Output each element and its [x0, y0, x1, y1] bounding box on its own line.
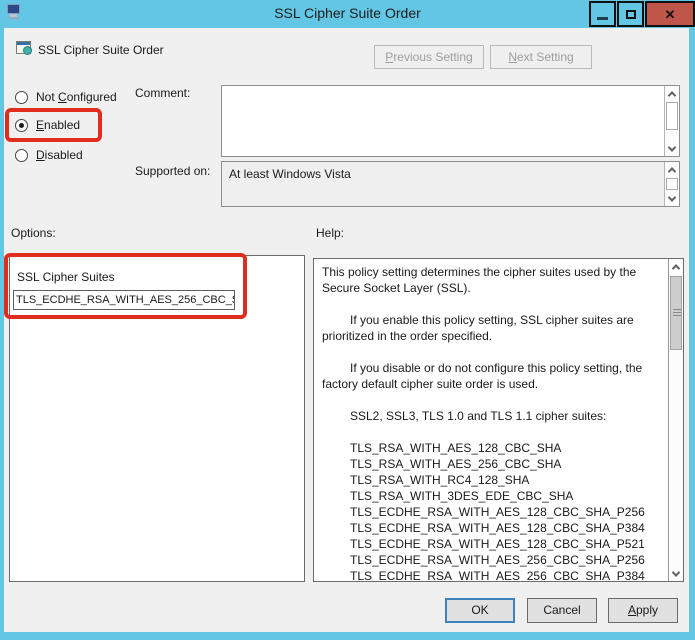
comment-label: Comment: [135, 86, 191, 100]
next-setting-button[interactable]: Next Setting [490, 45, 592, 69]
titlebar[interactable]: SSL Cipher Suite Order ✕ [0, 0, 695, 28]
cipher-suite-item: TLS_RSA_WITH_RC4_128_SHA [350, 473, 530, 487]
cipher-suite-item: TLS_RSA_WITH_AES_256_CBC_SHA [350, 457, 562, 471]
thumb-grip [673, 309, 681, 317]
options-panel: SSL Cipher Suites TLS_ECDHE_RSA_WITH_AES… [9, 255, 305, 582]
cipher-suite-item: TLS_ECDHE_RSA_WITH_AES_128_CBC_SHA_P256 [350, 505, 645, 519]
ok-button[interactable]: OK [445, 598, 515, 623]
help-panel: This policy setting determines the ciphe… [313, 258, 684, 582]
radio-label-disabled: Disabled [36, 148, 83, 162]
radio-not-configured[interactable]: Not Configured [15, 89, 117, 105]
help-paragraph: If you enable this policy setting, SSL c… [322, 313, 634, 343]
radio-label-enabled: Enabled [36, 118, 81, 132]
supported-on-label: Supported on: [135, 164, 211, 178]
scrollbar-thumb[interactable] [666, 102, 678, 130]
scrollbar-thumb[interactable] [666, 178, 678, 190]
close-button[interactable]: ✕ [645, 1, 695, 27]
help-paragraph: If you disable or do not configure this … [322, 361, 643, 391]
scroll-up-icon[interactable] [665, 162, 679, 177]
scroll-up-icon[interactable] [669, 259, 683, 274]
help-label: Help: [316, 226, 345, 240]
radio-circle-disabled[interactable] [15, 148, 28, 162]
scroll-down-icon[interactable] [665, 141, 679, 156]
cipher-suite-item: TLS_ECDHE_RSA_WITH_AES_256_CBC_SHA_P384 [350, 569, 645, 581]
supported-scrollbar[interactable] [664, 162, 679, 206]
minimize-button[interactable] [589, 1, 616, 27]
help-scrollbar[interactable] [668, 259, 683, 581]
scrollbar-thumb[interactable] [670, 276, 682, 350]
radio-circle-not-configured[interactable] [15, 90, 28, 104]
minimize-icon [597, 16, 608, 20]
close-icon: ✕ [664, 6, 676, 22]
comment-scrollbar[interactable] [664, 86, 679, 156]
radio-label-not-configured: Not Configured [36, 90, 117, 104]
scroll-down-icon[interactable] [669, 566, 683, 581]
scroll-up-icon[interactable] [665, 86, 679, 101]
cipher-suite-item: TLS_ECDHE_RSA_WITH_AES_128_CBC_SHA_P384 [350, 521, 645, 535]
supported-on-textarea[interactable]: At least Windows Vista [221, 161, 680, 207]
radio-enabled[interactable]: Enabled [15, 117, 80, 133]
scroll-down-icon[interactable] [665, 191, 679, 206]
supported-on-value: At least Windows Vista [229, 167, 351, 181]
options-label: Options: [11, 226, 56, 240]
previous-setting-button[interactable]: Previous Setting [374, 45, 484, 69]
cipher-suite-item: TLS_RSA_WITH_3DES_EDE_CBC_SHA [350, 489, 574, 503]
help-paragraph: SSL2, SSL3, TLS 1.0 and TLS 1.1 cipher s… [350, 409, 607, 423]
help-paragraph: This policy setting determines the ciphe… [322, 265, 637, 295]
setting-title: SSL Cipher Suite Order [38, 43, 164, 57]
radio-circle-enabled[interactable] [15, 118, 28, 132]
radio-disabled[interactable]: Disabled [15, 147, 83, 163]
dialog-content: SSL Cipher Suite Order Previous Setting … [4, 28, 689, 632]
help-text: This policy setting determines the ciphe… [314, 259, 667, 581]
apply-button[interactable]: Apply [608, 598, 678, 623]
policy-setting-icon [16, 41, 33, 56]
ssl-cipher-suite-order-dialog: SSL Cipher Suite Order ✕ SSL Cipher Suit… [0, 0, 695, 640]
ssl-cipher-suites-label: SSL Cipher Suites [17, 270, 115, 284]
cipher-suite-item: TLS_ECDHE_RSA_WITH_AES_128_CBC_SHA_P521 [350, 537, 645, 551]
ssl-cipher-suites-input[interactable]: TLS_ECDHE_RSA_WITH_AES_256_CBC_SHA [13, 290, 235, 310]
maximize-icon [625, 9, 636, 19]
comment-textarea[interactable] [221, 85, 680, 157]
cancel-button[interactable]: Cancel [527, 598, 597, 623]
cipher-suite-item: TLS_ECDHE_RSA_WITH_AES_256_CBC_SHA_P256 [350, 553, 645, 567]
cipher-suite-item: TLS_RSA_WITH_AES_128_CBC_SHA [350, 441, 562, 455]
maximize-button[interactable] [617, 1, 644, 27]
